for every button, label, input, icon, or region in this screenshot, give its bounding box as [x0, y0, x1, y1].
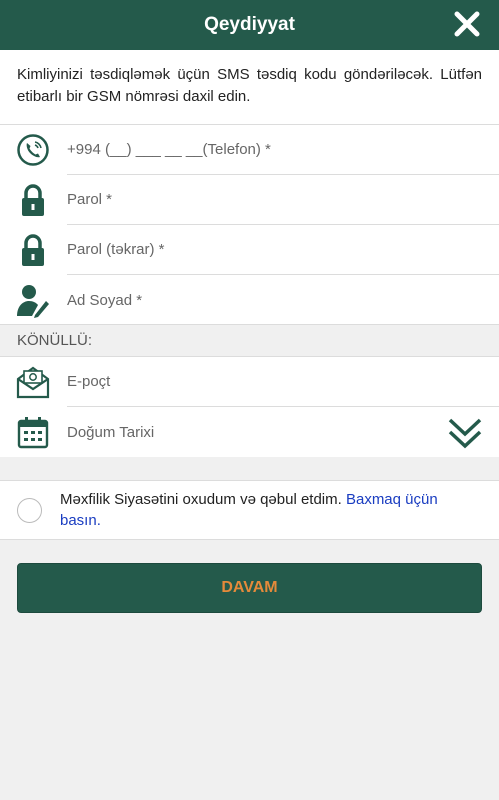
optional-section-label: KÖNÜLLÜ:	[0, 324, 499, 357]
privacy-policy-text: Məxfilik Siyasətini oxudum və qəbul etdi…	[60, 489, 480, 531]
birth-date-input[interactable]	[67, 407, 499, 457]
phone-input[interactable]	[67, 125, 499, 175]
privacy-policy-label: Məxfilik Siyasətini oxudum və qəbul etdi…	[60, 491, 342, 508]
header: Qeydiyyat	[0, 0, 499, 50]
lock-icon	[14, 182, 52, 218]
continue-button-label: DAVAM	[221, 579, 278, 596]
lock-icon	[14, 232, 52, 268]
chevron-down-icon	[448, 418, 482, 449]
required-fields	[0, 125, 499, 325]
password-repeat-input[interactable]	[67, 225, 499, 275]
user-edit-icon	[14, 282, 52, 318]
password-input[interactable]	[67, 175, 499, 225]
page-title: Qeydiyyat	[204, 14, 295, 35]
email-input[interactable]	[67, 357, 499, 407]
close-icon	[454, 11, 480, 37]
continue-button[interactable]: DAVAM	[17, 563, 482, 613]
optional-fields	[0, 357, 499, 457]
calendar-icon	[14, 414, 52, 450]
intro-text: Kimliyinizi təsdiqləmək üçün SMS təsdiq …	[0, 50, 499, 125]
birth-date-dropdown-button[interactable]	[447, 415, 483, 451]
privacy-policy-row: Məxfilik Siyasətini oxudum və qəbul etdi…	[0, 480, 499, 540]
phone-icon	[14, 132, 52, 168]
password-field-row	[0, 175, 499, 225]
email-icon	[14, 364, 52, 400]
birth-date-field-row	[0, 407, 499, 457]
phone-field-row	[0, 125, 499, 175]
full-name-input[interactable]	[67, 275, 499, 325]
close-button[interactable]	[452, 9, 482, 39]
password-repeat-field-row	[0, 225, 499, 275]
privacy-policy-checkbox[interactable]	[17, 498, 42, 523]
email-field-row	[0, 357, 499, 407]
full-name-field-row	[0, 275, 499, 325]
